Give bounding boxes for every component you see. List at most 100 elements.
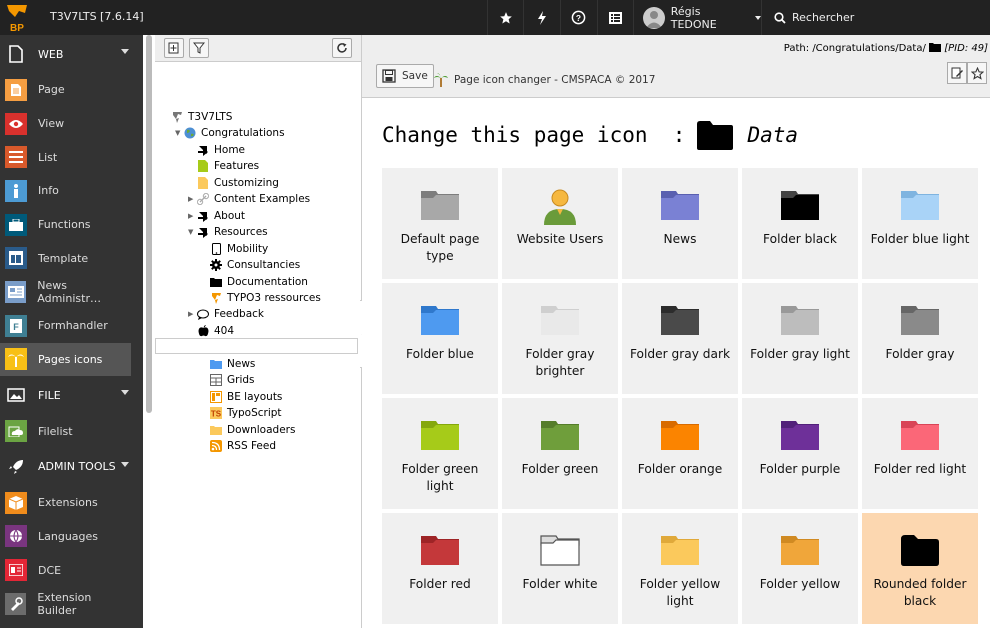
icon-option-folder-red[interactable]: Folder red (382, 513, 498, 624)
module-group-web[interactable]: WEB (0, 35, 143, 73)
icon-option-folder-white[interactable]: Folder white (502, 513, 618, 624)
module-item-template[interactable]: Template (0, 241, 131, 275)
tree-node-grids[interactable]: Grids (201, 372, 255, 388)
icon-option-folder-red-light[interactable]: Folder red light (862, 398, 978, 509)
icon-option-folder-default[interactable]: Default page type (382, 168, 498, 279)
icon-option-folder-green-light[interactable]: Folder green light (382, 398, 498, 509)
icon-option-folder-orange[interactable]: Folder orange (622, 398, 738, 509)
svg-text:TS: TS (211, 410, 222, 419)
module-item-label: Functions (38, 218, 91, 232)
tree-node-consultancies[interactable]: Consultancies (201, 257, 300, 273)
page-path: Path: /Congratulations/Data/ [PID: 49] (784, 42, 988, 54)
tree-node-label: Documentation (227, 275, 308, 288)
tree-node-label: Congratulations (201, 127, 285, 140)
tree-selected-row-highlight (155, 338, 358, 354)
refresh-tree-button[interactable] (332, 38, 352, 58)
expand-triangle-icon[interactable]: ▼ (188, 228, 197, 236)
module-item-functions[interactable]: Functions (0, 208, 131, 242)
tree-node-home[interactable]: Home (188, 142, 245, 158)
bookmark-button[interactable] (967, 62, 987, 84)
tree-node-label: Feedback (214, 308, 265, 321)
module-group-admin-tools[interactable]: ADMIN TOOLS (0, 448, 143, 486)
typo3-logo[interactable]: BP (0, 0, 35, 35)
module-item-info[interactable]: Info (0, 174, 131, 208)
page-green-icon (197, 160, 209, 173)
module-item-list[interactable]: List (0, 140, 131, 174)
icon-option-folder-purple[interactable]: Folder purple (742, 398, 858, 509)
tree-node-404[interactable]: 404 (188, 323, 234, 339)
module-item-formhandler[interactable]: F Formhandler (0, 309, 131, 343)
tree-node-features[interactable]: Features (188, 158, 259, 174)
builder-icon (5, 592, 27, 615)
bookmark-star-icon[interactable] (487, 0, 523, 35)
icon-option-folder-yellow[interactable]: Folder yellow (742, 513, 858, 624)
user-menu[interactable]: Régis TEDONE (633, 0, 761, 35)
box-icon (5, 491, 27, 514)
collapsed-triangle-icon[interactable]: ▶ (188, 195, 197, 203)
tree-node-typoscript[interactable]: TS TypoScript (201, 405, 282, 421)
module-item-news-administr[interactable]: News Administr… (0, 275, 131, 309)
collapsed-triangle-icon[interactable]: ▶ (188, 212, 197, 220)
tree-node-rss-feed[interactable]: RSS Feed (201, 438, 276, 454)
tree-node-t3v7lts[interactable]: T3V7LTS (171, 109, 232, 125)
icon-option-folder-yellow-light[interactable]: Folder yellow light (622, 513, 738, 624)
tree-node-downloaders[interactable]: Downloaders (201, 422, 295, 438)
icon-option-label: Default page type (400, 232, 480, 263)
module-item-pages-icons[interactable]: Pages icons (0, 342, 131, 377)
tree-node-be-layouts[interactable]: BE layouts (201, 389, 282, 405)
app-title: T3V7LTS [7.6.14] (50, 10, 144, 23)
module-item-languages[interactable]: Languages (0, 520, 131, 554)
avatar (643, 6, 665, 29)
tree-node-feedback[interactable]: ▶ Feedback (188, 306, 264, 322)
icon-option-folder-rounded-black[interactable]: Rounded folder black (862, 513, 978, 624)
tree-node-mobility[interactable]: Mobility (201, 241, 268, 257)
icon-option-folder-gray-dark[interactable]: Folder gray dark (622, 283, 738, 394)
typoscript-icon: TS (210, 407, 222, 420)
icon-option-label: Folder red light (873, 462, 967, 476)
icon-option-folder-gray-light[interactable]: Folder gray light (742, 283, 858, 394)
folder-black-icon (697, 121, 734, 150)
module-menu: WEB Page View List Info Functions Template News… (0, 35, 143, 628)
icon-option-folder-news[interactable]: News (622, 168, 738, 279)
filter-button[interactable] (189, 38, 209, 58)
search-toolbar[interactable]: Rechercher (761, 0, 990, 35)
module-item-extensions[interactable]: Extensions (0, 486, 131, 520)
icon-option-folder-blue[interactable]: Folder blue (382, 283, 498, 394)
icon-option-folder-blue-light[interactable]: Folder blue light (862, 168, 978, 279)
module-item-view[interactable]: View (0, 107, 131, 141)
collapsed-triangle-icon[interactable]: ▶ (188, 310, 197, 318)
tree-node-typo3-ressources[interactable]: TYPO3 ressources (201, 290, 321, 306)
module-item-filelist[interactable]: Filelist (0, 414, 131, 448)
system-info-icon[interactable] (597, 0, 633, 35)
save-button[interactable]: Save (376, 64, 434, 88)
module-group-label: WEB (38, 47, 64, 61)
folder-black-icon (210, 276, 222, 288)
tree-node-about[interactable]: ▶ About (188, 208, 245, 224)
tree-node-resources[interactable]: ▼ Resources (188, 224, 268, 240)
module-item-dce[interactable]: DCE (0, 553, 131, 587)
module-item-page[interactable]: Page (0, 73, 131, 107)
icon-option-label: Folder gray (885, 347, 955, 361)
tree-node-news[interactable]: News (201, 356, 255, 372)
tree-node-content-examples[interactable]: ▶ Content Examples (188, 191, 310, 207)
tree-node-documentation[interactable]: Documentation (201, 274, 308, 290)
open-page-properties-button[interactable] (947, 62, 967, 84)
flash-clear-cache-icon[interactable] (523, 0, 559, 35)
page-yellow-icon (197, 176, 209, 189)
tree-node-customizing[interactable]: Customizing (188, 175, 279, 191)
icon-option-folder-black[interactable]: Folder black (742, 168, 858, 279)
tree-node-label: Content Examples (214, 193, 311, 206)
expand-triangle-icon[interactable]: ▼ (175, 129, 184, 137)
chevron-down-icon (121, 390, 129, 396)
module-item-extension-builder[interactable]: Extension Builder (0, 587, 131, 621)
tree-node-label: Resources (214, 226, 268, 239)
help-icon[interactable]: ? (560, 0, 596, 35)
icon-option-folder-gray-brighter[interactable]: Folder gray brighter (502, 283, 618, 394)
module-group-file[interactable]: FILE (0, 376, 143, 414)
icon-option-user-icon[interactable]: Website Users (502, 168, 618, 279)
icon-option-folder-green[interactable]: Folder green (502, 398, 618, 509)
module-menu-scrollbar[interactable] (146, 35, 152, 413)
tree-node-congratulations[interactable]: ▼ Congratulations (175, 125, 285, 141)
new-page-button[interactable] (164, 38, 184, 58)
icon-option-folder-gray[interactable]: Folder gray (862, 283, 978, 394)
